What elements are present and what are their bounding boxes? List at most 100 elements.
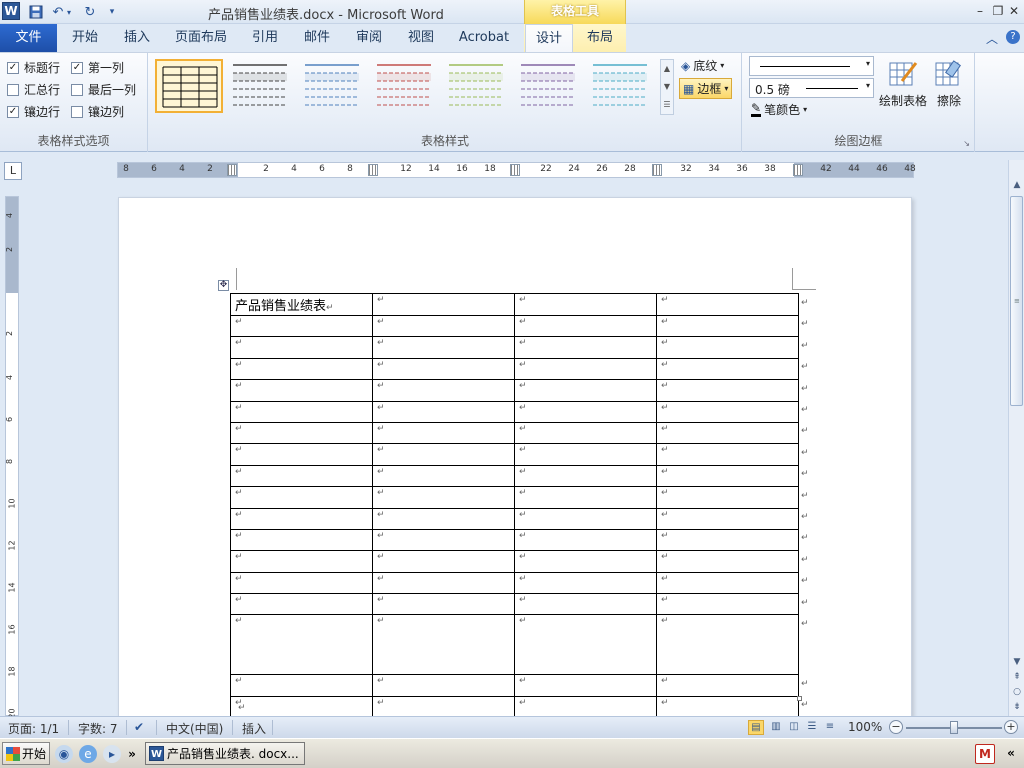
table-cell[interactable]: ↵ (656, 550, 799, 573)
table-cell[interactable]: ↵ (372, 293, 515, 316)
line-style-dropdown[interactable]: ▾ (749, 56, 874, 76)
proofing-icon[interactable]: ✔ (134, 720, 144, 734)
word-count[interactable]: 字数: 7 (78, 720, 118, 737)
table-cell[interactable]: ↵ (514, 550, 657, 573)
zoom-out-icon[interactable]: − (889, 720, 903, 734)
help-icon[interactable]: ? (1006, 30, 1020, 44)
table-cell[interactable]: ↵ (372, 550, 515, 573)
total-row-checkbox[interactable]: 汇总行 (7, 81, 60, 98)
previous-page-icon[interactable]: ⇞ (1010, 670, 1024, 684)
media-player-icon[interactable]: ▸ (103, 745, 121, 763)
table-cell[interactable]: 产品销售业绩表↵ (230, 293, 373, 316)
tab-insert[interactable]: 插入 (114, 24, 160, 52)
table-cell[interactable]: ↵ (656, 443, 799, 466)
table-cell[interactable]: ↵ (656, 379, 799, 402)
table-cell[interactable]: ↵ (656, 507, 799, 530)
table-cell[interactable]: ↵ (656, 314, 799, 338)
table-cell[interactable]: ↵ (372, 695, 515, 719)
gallery-down-icon[interactable]: ▼ (661, 78, 673, 96)
table-cell[interactable]: ↵ (230, 336, 373, 359)
dialog-launcher-icon[interactable]: ↘ (963, 139, 970, 148)
show-desktop-icon[interactable]: ◉ (55, 745, 73, 763)
table-cell[interactable]: ↵ (372, 357, 515, 381)
table-cell[interactable]: ↵ (230, 379, 373, 402)
table-cell[interactable]: ↵ (514, 571, 657, 595)
table-cell[interactable]: ↵ (230, 486, 373, 509)
table-cell[interactable]: ↵ (514, 379, 657, 402)
table-cell[interactable]: ↵ (656, 571, 799, 595)
gallery-up-icon[interactable]: ▲ (661, 60, 673, 78)
draw-table-button[interactable]: 绘制表格 (877, 59, 929, 109)
table-cell[interactable]: ↵ (656, 336, 799, 359)
table-cell[interactable]: ↵ (514, 314, 657, 338)
tray-expand-icon[interactable]: « (1002, 744, 1020, 764)
table-cell[interactable]: ↵ (514, 443, 657, 466)
table-cell[interactable]: ↵ (230, 593, 373, 616)
table-cell[interactable]: ↵ (514, 593, 657, 616)
table-cell[interactable]: ↵ (372, 314, 515, 338)
table-cell[interactable]: ↵ (514, 336, 657, 359)
table-cell[interactable]: ↵ (514, 507, 657, 530)
table-cell[interactable]: ↵ (230, 443, 373, 466)
language-status[interactable]: 中文(中国) (166, 720, 223, 737)
column-marker[interactable] (227, 164, 237, 176)
web-layout-icon[interactable]: ◫ (786, 720, 802, 735)
table-cell[interactable]: ↵ (230, 571, 373, 595)
table-cell[interactable]: ↵ (656, 293, 799, 316)
table-style-swatch[interactable] (371, 59, 439, 113)
table-cell[interactable]: ↵ (656, 695, 799, 719)
table-cell[interactable]: ↵ (656, 421, 799, 445)
scroll-down-icon[interactable]: ▼ (1010, 655, 1024, 669)
undo-dropdown-icon[interactable]: ▾ (64, 3, 74, 21)
table-cell[interactable]: ↵ (514, 674, 657, 697)
table-cell[interactable]: ↵ (230, 507, 373, 530)
tab-review[interactable]: 审阅 (346, 24, 392, 52)
outline-icon[interactable]: ☰ (804, 720, 820, 735)
table-style-swatch[interactable] (299, 59, 367, 113)
table-cell[interactable]: ↵ (372, 528, 515, 552)
table-cell[interactable]: ↵ (514, 357, 657, 381)
taskbar-word-task[interactable]: W 产品销售业绩表. docx... (145, 742, 305, 765)
table-cell[interactable]: ↵ (372, 507, 515, 530)
tray-m-icon[interactable]: M (975, 744, 995, 764)
tab-home[interactable]: 开始 (62, 24, 108, 52)
table-style-swatch[interactable] (155, 59, 223, 113)
restore-icon[interactable]: ❐ (990, 3, 1006, 19)
column-marker[interactable] (368, 164, 378, 176)
table-style-swatch[interactable] (587, 59, 655, 113)
table-cell[interactable]: ↵ (230, 464, 373, 488)
table-cell[interactable]: ↵ (514, 400, 657, 423)
table-cell[interactable]: ↵ (372, 443, 515, 466)
tab-references[interactable]: 引用 (242, 24, 288, 52)
last-column-checkbox[interactable]: 最后一列 (71, 81, 136, 98)
page-count[interactable]: 页面: 1/1 (8, 720, 59, 737)
redo-icon[interactable]: ↻ (81, 3, 99, 21)
zoom-in-icon[interactable]: + (1004, 720, 1018, 734)
table-cell[interactable]: ↵ (372, 571, 515, 595)
table-cell[interactable]: ↵ (372, 464, 515, 488)
banded-columns-checkbox[interactable]: 镶边列 (71, 103, 124, 120)
first-column-checkbox[interactable]: ✓ 第一列 (71, 59, 124, 76)
table-cell[interactable]: ↵ (372, 593, 515, 616)
next-page-icon[interactable]: ⇟ (1010, 700, 1024, 714)
table-cell[interactable]: ↵ (372, 674, 515, 697)
print-layout-icon[interactable]: ▤ (748, 720, 764, 735)
document-table[interactable]: 产品销售业绩表↵ ↵ ↵ ↵ ↵ ↵ ↵ ↵ ↵ ↵ ↵ ↵ ↵ ↵ ↵ ↵ ↵ ↵ ↵ ↵ ↵ ↵ ↵ ↵ ↵ ↵ ↵ ↵ ↵ ↵ ↵ ↵ ↵… (230, 293, 799, 719)
tab-mailings[interactable]: 邮件 (294, 24, 340, 52)
table-style-swatch[interactable] (227, 59, 295, 113)
tab-page-layout[interactable]: 页面布局 (168, 24, 234, 52)
table-cell[interactable]: ↵ (372, 614, 515, 676)
table-style-swatch[interactable] (515, 59, 583, 113)
table-cell[interactable]: ↵ (372, 336, 515, 359)
table-cell[interactable]: ↵ (656, 614, 799, 676)
tab-view[interactable]: 视图 (398, 24, 444, 52)
table-cell[interactable]: ↵ (372, 400, 515, 423)
internet-explorer-icon[interactable]: e (79, 745, 97, 763)
save-icon[interactable] (27, 3, 45, 21)
minimize-ribbon-icon[interactable]: ︿ (986, 30, 998, 47)
tab-file[interactable]: 文件 (0, 24, 57, 52)
browse-object-icon[interactable]: ○ (1010, 685, 1024, 699)
table-cell[interactable]: ↵ (230, 421, 373, 445)
banded-rows-checkbox[interactable]: ✓ 镶边行 (7, 103, 60, 120)
table-resize-handle[interactable] (797, 696, 802, 701)
